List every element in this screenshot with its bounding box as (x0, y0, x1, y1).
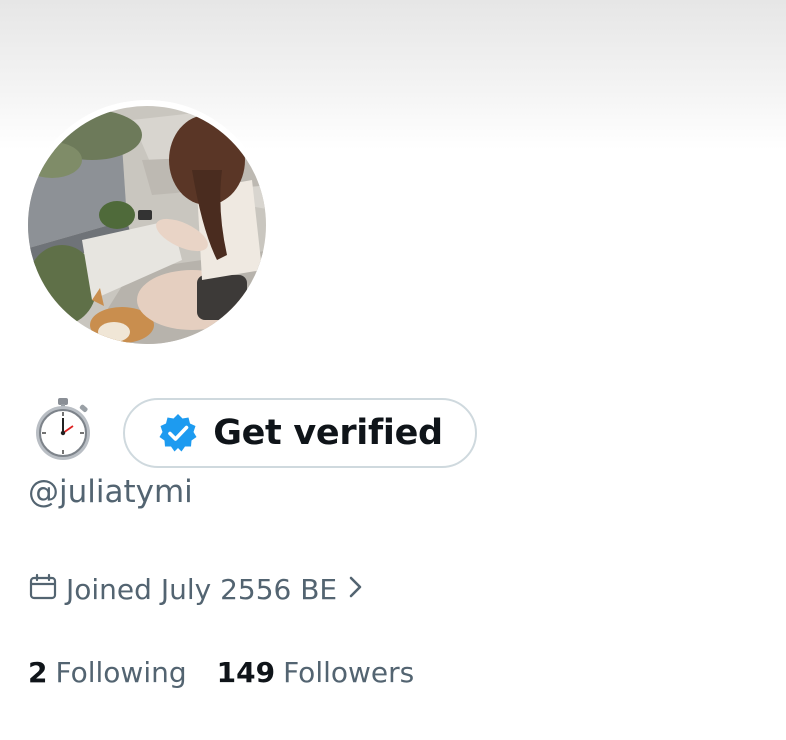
joined-date-text: Joined July 2556 BE (66, 572, 338, 606)
followers-count: 149 (216, 656, 276, 689)
following-count: 2 (28, 656, 48, 689)
get-verified-button[interactable]: Get verified (123, 398, 477, 468)
following-label: Following (55, 656, 187, 689)
get-verified-label: Get verified (213, 413, 443, 453)
chevron-right-icon (345, 574, 367, 604)
followers-label: Followers (283, 656, 415, 689)
profile-avatar[interactable] (22, 100, 272, 350)
calendar-icon (28, 572, 58, 606)
profile-handle: @juliatymi (28, 474, 193, 510)
stopwatch-icon (30, 396, 96, 462)
followers-link[interactable]: 149 Followers (217, 656, 415, 689)
joined-date-row[interactable]: Joined July 2556 BE (28, 572, 367, 606)
following-link[interactable]: 2 Following (28, 656, 187, 689)
profile-photo (22, 100, 272, 350)
follow-stats: 2 Following 149 Followers (28, 656, 414, 689)
verified-badge-icon (157, 412, 199, 454)
